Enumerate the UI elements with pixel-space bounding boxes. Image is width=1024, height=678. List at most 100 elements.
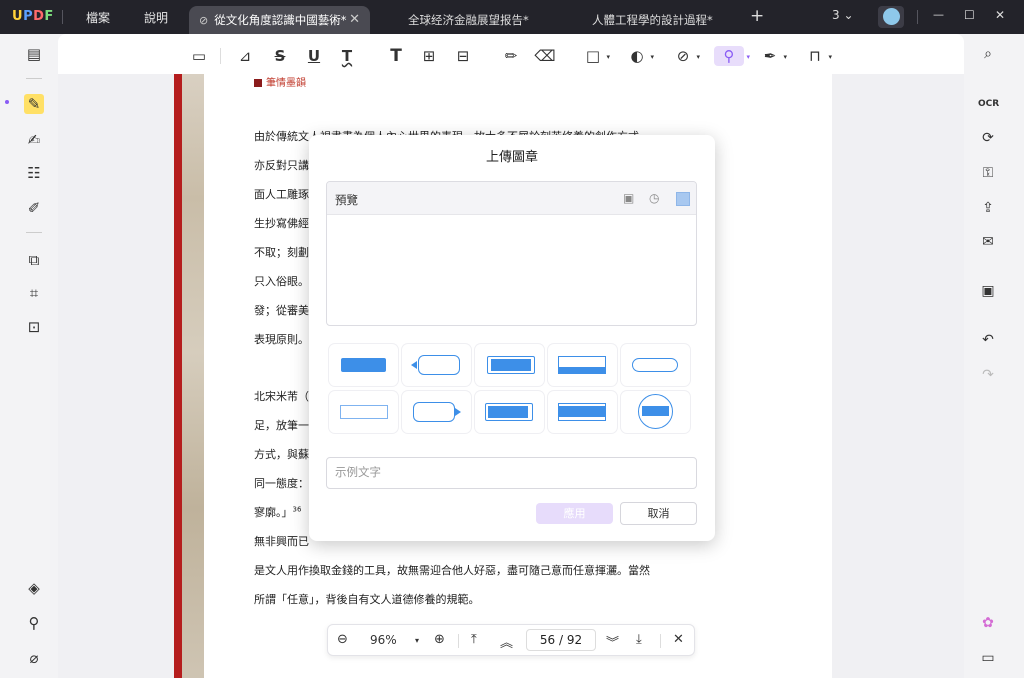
protect-icon[interactable]: ⚿ — [978, 163, 998, 183]
strikethrough-icon[interactable]: S — [269, 46, 291, 66]
zoom-level[interactable]: 96% — [370, 633, 397, 647]
maximize-button[interactable]: ☐ — [964, 8, 975, 22]
preview-header: 預覽 ▣ ◷ — [327, 182, 696, 215]
chevron-down-icon[interactable]: ▾ — [415, 636, 419, 645]
zoom-in-icon[interactable]: ⊕ — [434, 632, 445, 647]
stamp-style-thin-rect[interactable] — [329, 391, 398, 433]
squiggly-icon[interactable]: T — [336, 46, 358, 66]
next-page-icon[interactable]: ︾ — [606, 632, 619, 651]
bookmark-icon[interactable]: ⚲ — [24, 613, 44, 633]
crop-icon[interactable]: ⌗ — [24, 283, 44, 303]
title-bar: UPDF 檔案 說明 ⊘ 從文化角度認識中國藝術* ✕ 全球经济金融展望报告* … — [0, 0, 1024, 34]
new-tab-button[interactable]: + — [750, 6, 764, 26]
underline-icon[interactable]: U — [303, 46, 325, 66]
signature-icon[interactable]: ✒ ▾ — [759, 46, 787, 66]
stamp-style-outline-flag-left[interactable] — [402, 344, 471, 386]
shape-icon[interactable]: □ ▾ — [582, 46, 610, 66]
menu-file[interactable]: 檔案 — [86, 9, 110, 26]
stamp-style-filled-flag-right[interactable] — [475, 391, 544, 433]
share-icon[interactable]: ⇪ — [978, 198, 998, 218]
note-icon[interactable]: ▭ — [188, 46, 210, 66]
square-bullet-icon — [254, 79, 262, 87]
stamp-style-filled-band[interactable] — [548, 391, 617, 433]
right-sidebar: ⌕ OCR ⟳ ⚿ ⇪ ✉ ▣ ↶ ↷ ✿ ▭ — [964, 34, 1012, 678]
page-separator: / — [558, 633, 564, 647]
tab-count[interactable]: 3 ⌄ — [832, 8, 854, 22]
comment-panel-icon[interactable]: ▭ — [978, 648, 998, 668]
tab-count-value: 3 — [832, 8, 840, 22]
avatar[interactable] — [878, 6, 904, 28]
divider — [220, 48, 221, 64]
preview-label: 預覽 — [335, 193, 358, 207]
cancel-button[interactable]: 取消 — [620, 502, 697, 525]
measure-icon[interactable]: ⊓ ▾ — [804, 46, 832, 66]
convert-icon[interactable]: ⟳ — [978, 128, 998, 148]
search-icon[interactable]: ⌕ — [978, 44, 998, 64]
highlight-icon[interactable]: ⊿ — [234, 46, 256, 66]
stamp-shape — [488, 406, 528, 418]
undo-icon[interactable]: ↶ — [978, 330, 998, 350]
attach-file-icon[interactable]: ⊘ ▾ — [672, 46, 700, 66]
fill-sign-icon[interactable]: ✐ — [24, 198, 44, 218]
dialog-title: 上傳圖章 — [485, 150, 538, 165]
stamp-preview: 預覽 ▣ ◷ — [326, 181, 697, 326]
page-navigation-bar: ⊖ 96% ▾ ⊕ ⤒ ︽ 56 / 92 ︾ ⤓ ✕ — [327, 624, 695, 656]
apply-button[interactable]: 應用 — [536, 503, 613, 524]
minimize-button[interactable]: — — [933, 8, 944, 21]
email-icon[interactable]: ✉ — [978, 232, 998, 252]
zoom-out-icon[interactable]: ⊖ — [337, 632, 348, 647]
document-icon: ⊘ — [199, 13, 209, 27]
text-line: 發；從審美 — [254, 304, 309, 317]
tab-label: 全球经济金融展望报告* — [408, 13, 529, 27]
stamp-style-outline-flag-right[interactable] — [402, 391, 471, 433]
save-icon[interactable]: ▣ — [978, 281, 998, 301]
stamp-style-filled-rect[interactable] — [329, 344, 398, 386]
eraser-icon[interactable]: ⌫ — [534, 46, 556, 66]
menu-help[interactable]: 說明 — [144, 9, 168, 26]
divider — [660, 634, 661, 648]
tools-icon[interactable]: ⊡ — [24, 317, 44, 337]
stamp-shape — [558, 367, 606, 374]
stamp-style-pill-outline[interactable] — [621, 344, 690, 386]
ai-assistant-icon[interactable]: ✿ — [978, 613, 998, 633]
stamp-style-band-rect[interactable] — [548, 344, 617, 386]
comment-mode-icon[interactable]: ✎ — [24, 94, 44, 114]
stamp-icon[interactable]: ⚲ ▾ — [714, 46, 750, 66]
attachment-icon[interactable]: ⌀ — [24, 648, 44, 668]
reader-mode-icon[interactable]: ▤ — [24, 44, 44, 64]
last-page-icon[interactable]: ⤓ — [636, 632, 642, 647]
page-number-field[interactable]: 56 / 92 — [526, 629, 596, 651]
tab-economy-report[interactable]: 全球经济金融展望报告* — [408, 6, 529, 34]
callout-icon[interactable]: ⊟ — [452, 46, 474, 66]
calendar-icon[interactable]: ▣ — [623, 191, 634, 205]
chevron-down-icon: ▾ — [606, 53, 610, 61]
ocr-icon[interactable]: OCR — [978, 94, 999, 114]
previous-page-icon[interactable]: ︽ — [500, 632, 513, 651]
stamp-style-filled-flag-left[interactable] — [475, 344, 544, 386]
close-icon[interactable]: ✕ — [673, 632, 684, 647]
tab-ergonomics[interactable]: 人體工程學的設計過程* — [592, 6, 713, 34]
text-line: 不取；刻劃 — [254, 246, 309, 259]
sticker-icon[interactable]: ◐ ▾ — [626, 46, 654, 66]
tab-active-document[interactable]: ⊘ 從文化角度認識中國藝術* ✕ — [189, 6, 370, 34]
first-page-icon[interactable]: ⤒ — [471, 632, 477, 647]
pencil-icon[interactable]: ✏ — [500, 46, 522, 66]
color-swatch[interactable] — [676, 192, 690, 206]
redo-icon[interactable]: ↷ — [978, 365, 998, 385]
organize-pages-icon[interactable]: ⧉ — [24, 250, 44, 270]
sample-text-field[interactable] — [326, 457, 697, 489]
close-window-button[interactable]: ✕ — [995, 8, 1005, 22]
annotation-toolbar: ▭ ⊿ S U T T ⊞ ⊟ ✏ ⌫ □ ▾ ◐ ▾ ⊘ ▾ ⚲ ▾ ✒ ▾ ⊓ ▾ — [58, 34, 964, 74]
text-icon[interactable]: T — [385, 46, 407, 66]
clock-icon[interactable]: ◷ — [649, 191, 659, 205]
textbox-icon[interactable]: ⊞ — [418, 46, 440, 66]
layers-icon[interactable]: ◈ — [24, 578, 44, 598]
form-icon[interactable]: ☷ — [24, 163, 44, 183]
chevron-down-icon: ⌄ — [843, 8, 854, 22]
stamp-style-circle-band[interactable] — [621, 391, 690, 433]
edit-pdf-icon[interactable]: ✍ — [24, 130, 44, 150]
close-tab-icon[interactable]: ✕ — [349, 12, 360, 27]
sample-text-input[interactable] — [335, 465, 685, 479]
divider — [62, 10, 63, 24]
stamp-shape — [340, 405, 388, 419]
